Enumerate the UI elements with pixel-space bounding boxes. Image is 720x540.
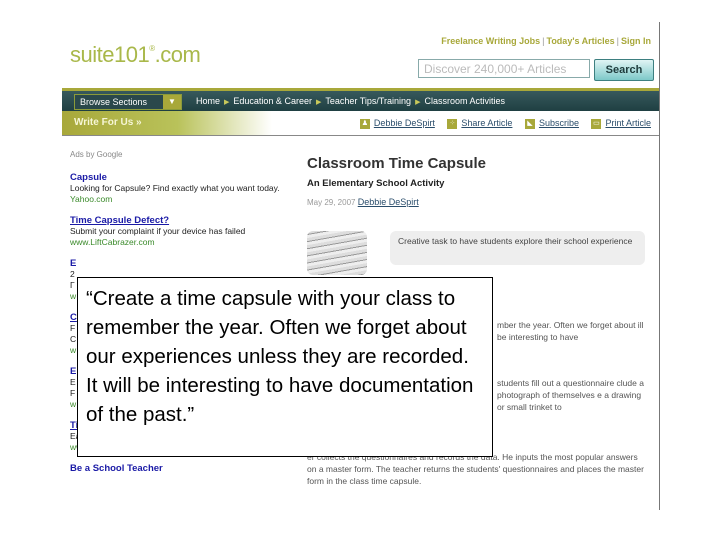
ad-item: Be a School Teacher — [70, 463, 290, 474]
ad-url[interactable]: www.LiftCabrazer.com — [70, 237, 290, 248]
breadcrumb: Home ▶ Education & Career ▶ Teacher Tips/Tra… — [196, 91, 505, 113]
article-subtitle: An Elementary School Activity — [307, 178, 445, 189]
ad-item: Capsule Looking for Capsule? Find exactl… — [70, 172, 290, 205]
article-title: Classroom Time Capsule — [307, 155, 486, 172]
logo-registered: ® — [149, 44, 155, 53]
arrow-right-icon: ▶ — [415, 99, 421, 106]
breadcrumb-teacher-tips[interactable]: Teacher Tips/Training — [325, 96, 411, 106]
chevron-down-icon: ▼ — [163, 95, 181, 109]
breadcrumb-education-career[interactable]: Education & Career — [233, 96, 312, 106]
ad-title[interactable]: Be a School Teacher — [70, 463, 290, 474]
ads-label: Ads by Google — [70, 150, 123, 159]
article-date: May 29, 2007 — [307, 198, 356, 207]
write-for-us-link[interactable]: Write For Us » — [62, 111, 272, 135]
search-input[interactable]: Discover 240,000+ Articles — [418, 59, 590, 78]
browse-sections-label: Browse Sections — [80, 97, 148, 107]
ad-title[interactable]: Time Capsule Defect? — [70, 215, 290, 226]
article-summary: Creative task to have students explore t… — [390, 231, 645, 265]
author-link[interactable]: Debbie DeSpirt — [358, 197, 419, 207]
article-paragraph: mber the year. Often we forget about ill… — [497, 320, 644, 342]
ad-text: Looking for Capsule? Find exactly what y… — [70, 183, 280, 193]
link-freelance-writing-jobs[interactable]: Freelance Writing Jobs — [441, 36, 540, 46]
quote-callout: “Create a time capsule with your class t… — [77, 277, 493, 457]
breadcrumb-home[interactable]: Home — [196, 96, 220, 106]
print-icon: ▭ — [591, 118, 602, 129]
site-logo[interactable]: suite101®.com — [70, 42, 201, 68]
search-button[interactable]: Search — [594, 59, 654, 81]
article: Classroom Time Capsule An Elementary Sch… — [307, 155, 652, 486]
article-actions: ♟ Debbie DeSpirt ⁘ Share Article ◣ Subscrib… — [350, 111, 651, 135]
ad-title[interactable]: Capsule — [70, 172, 290, 183]
arrow-right-icon: ▶ — [315, 99, 322, 106]
ad-title[interactable]: E — [70, 258, 290, 269]
share-icon: ⁘ — [447, 118, 458, 129]
browse-sections-dropdown[interactable]: Browse Sections ▼ — [74, 94, 182, 110]
byline: May 29, 2007 Debbie DeSpirt — [307, 197, 652, 207]
ad-item: Time Capsule Defect? Submit your complai… — [70, 215, 290, 248]
author-link[interactable]: Debbie DeSpirt — [374, 118, 435, 128]
logo-tld: .com — [154, 42, 201, 67]
breadcrumb-classroom-activities[interactable]: Classroom Activities — [424, 96, 505, 106]
print-article-link[interactable]: Print Article — [605, 118, 651, 128]
arrow-right-icon: ▶ — [224, 99, 230, 106]
person-icon: ♟ — [359, 118, 370, 129]
subscribe-link[interactable]: Subscribe — [539, 118, 579, 128]
write-for-us-label: Write For Us » — [74, 117, 142, 128]
link-sign-in[interactable]: Sign In — [621, 36, 651, 46]
share-article-link[interactable]: Share Article — [461, 118, 512, 128]
top-links: Freelance Writing Jobs | Today's Articles |… — [441, 36, 651, 46]
ad-url[interactable]: Yahoo.com — [70, 194, 290, 205]
ad-text: Submit your complaint if your device has… — [70, 226, 246, 236]
sub-bar: Write For Us » ♟ Debbie DeSpirt ⁘ Share Ar… — [62, 111, 659, 136]
nav-bar: Browse Sections ▼ Home ▶ Education & Caree… — [62, 91, 659, 111]
link-todays-articles[interactable]: Today's Articles — [546, 36, 614, 46]
logo-text: suite101 — [70, 42, 150, 67]
article-paragraph: students fill out a questionnaire clude … — [497, 378, 644, 412]
rss-icon: ◣ — [524, 118, 535, 129]
separator: | — [542, 36, 545, 46]
article-thumbnail — [307, 231, 367, 275]
separator: | — [616, 36, 619, 46]
